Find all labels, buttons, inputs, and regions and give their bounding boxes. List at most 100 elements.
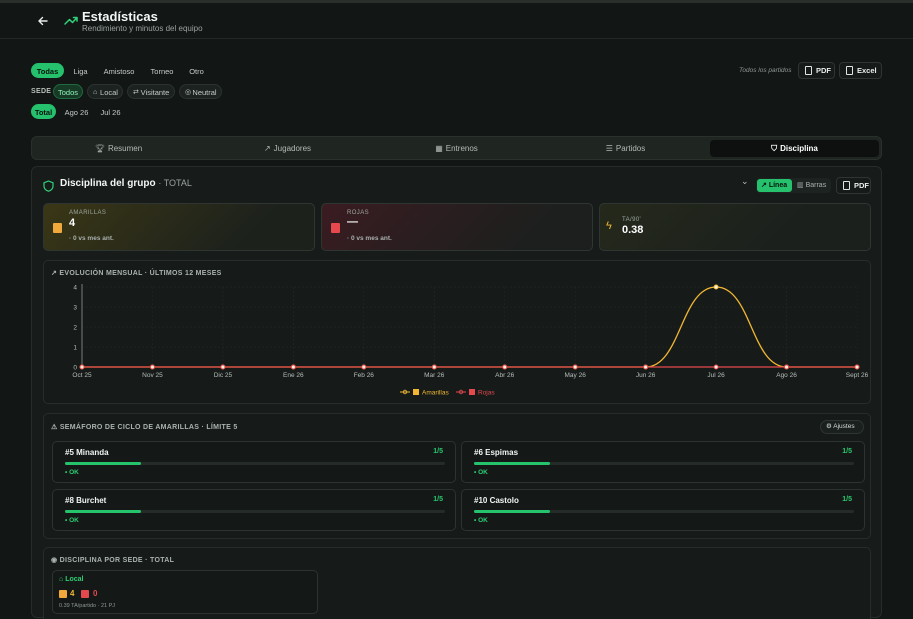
- red-card-icon: [331, 223, 340, 233]
- tab-resumen[interactable]: 🏆︎ Resumen: [36, 140, 201, 157]
- player-name: #5 Minanda: [65, 448, 109, 457]
- stat-card-ta90: ϟ TA/90' 0.38: [599, 203, 871, 251]
- data-point-rojas: [220, 364, 226, 370]
- back-arrow-icon[interactable]: [36, 14, 50, 28]
- warning-icon: ⚠: [51, 424, 58, 431]
- sede-local-header: ⌂ Local: [59, 576, 83, 583]
- tab-resumen-label: Resumen: [107, 144, 143, 153]
- stat-delta: · 0 vs mes ant.: [347, 235, 392, 242]
- x-tick-label: Mar 26: [424, 372, 445, 379]
- x-tick-label: Feb 26: [354, 372, 375, 379]
- x-tick-label: Dic 25: [214, 372, 233, 379]
- player-count: 1/5: [433, 496, 443, 503]
- filter-sede-local[interactable]: ⌂ Local: [87, 84, 123, 99]
- y-tick-label: 2: [73, 325, 77, 332]
- stat-value: 0.38: [622, 224, 644, 236]
- player-card: #10 Castolo 1/5 • OK: [461, 489, 865, 531]
- chart-mode-toggle: ↗ Línea ▥ Barras: [756, 178, 831, 193]
- export-excel-button[interactable]: Excel: [839, 62, 882, 79]
- mode-line-button[interactable]: ↗ Línea: [757, 179, 792, 192]
- filter-period-ago26[interactable]: Ago 26: [61, 104, 92, 119]
- data-point-rojas: [150, 364, 155, 370]
- filter-sede-neutral-label: Neutral: [192, 88, 217, 97]
- tab-jugadores[interactable]: ↗ Jugadores: [205, 140, 370, 157]
- filter-period-jul26[interactable]: Jul 26: [96, 104, 125, 119]
- filter-type-otro[interactable]: Otro: [183, 63, 210, 78]
- data-point-rojas: [502, 364, 508, 370]
- export-scope-note: Todos los partidos: [739, 67, 792, 74]
- semaforo-box: ⚠ SEMÁFORO DE CICLO DE AMARILLAS · LÍMIT…: [43, 413, 871, 539]
- player-card: #5 Minanda 1/5 • OK: [52, 441, 456, 483]
- player-card: #6 Espimas 1/5 • OK: [461, 441, 865, 483]
- export-pdf-button[interactable]: PDF: [798, 62, 835, 79]
- spreadsheet-icon: [846, 66, 853, 75]
- filter-sede-local-label: Local: [100, 88, 118, 97]
- x-tick-label: Ago 26: [776, 372, 797, 379]
- calendar-icon: ▦: [435, 144, 443, 153]
- player-name: #8 Burchet: [65, 496, 107, 505]
- x-tick-label: Nov 25: [142, 372, 163, 379]
- away-icon: ⇄: [133, 89, 139, 96]
- progress-fill: [474, 462, 550, 465]
- stat-key: TA/90': [622, 217, 642, 223]
- filter-sede-todos[interactable]: Todos: [53, 84, 83, 99]
- list-icon: ☰: [605, 144, 613, 153]
- section-title: Disciplina del grupo · TOTAL: [60, 178, 192, 189]
- red-card-icon: [81, 590, 89, 598]
- tab-jugadores-label: Jugadores: [273, 144, 312, 153]
- y-tick-label: 3: [73, 305, 77, 312]
- home-icon: ⌂: [93, 89, 98, 96]
- filter-sede-visitante[interactable]: ⇄ Visitante: [127, 84, 175, 99]
- data-point-rojas: [572, 364, 578, 370]
- discipline-panel: Disciplina del grupo · TOTAL ⌄ ↗ Línea ▥…: [31, 166, 882, 619]
- sede-local-label: Local: [65, 576, 84, 583]
- sede-detail: 0.39 TA/partido · 21 PJ: [59, 603, 116, 609]
- semaforo-title-row: ⚠ SEMÁFORO DE CICLO DE AMARILLAS · LÍMIT…: [51, 423, 238, 431]
- home-icon: ⌂: [59, 576, 64, 583]
- x-tick-label: Sept 26: [846, 372, 869, 379]
- mode-line-label: Línea: [768, 182, 788, 189]
- sede-title: DISCIPLINA POR SEDE · TOTAL: [59, 557, 175, 564]
- stat-value: —: [347, 216, 358, 228]
- discipline-pdf-button[interactable]: PDF: [836, 177, 871, 194]
- gear-icon: ⚙: [826, 423, 832, 430]
- settings-button[interactable]: ⚙ Ajustes: [820, 420, 864, 434]
- tab-disciplina[interactable]: ⛉ Disciplina: [710, 140, 879, 157]
- player-status: • OK: [65, 469, 79, 476]
- sede-red-count: 0: [93, 589, 98, 598]
- filter-type-amistoso[interactable]: Amistoso: [98, 63, 140, 78]
- shield-icon: ⛉: [771, 144, 778, 153]
- settings-label: Ajustes: [833, 423, 855, 430]
- filter-period-total[interactable]: Total: [31, 104, 56, 119]
- player-status: • OK: [474, 469, 488, 476]
- monthly-discipline-chart: 0 1 2 3 4 Oct 25 Nov 25 Dic 25 Ene 26 Feb 26 Mar 2…: [72, 284, 869, 397]
- filter-sede-neutral[interactable]: ◎ Neutral: [179, 84, 222, 99]
- player-count: 1/5: [842, 448, 852, 455]
- sede-yellow-count: 4: [70, 589, 75, 598]
- monthly-chart-box: ↗ EVOLUCIÓN MENSUAL · ÚLTIMOS 12 MESES 0…: [43, 260, 871, 404]
- sede-title-row: ◉ DISCIPLINA POR SEDE · TOTAL: [51, 556, 174, 564]
- stat-key: AMARILLAS: [69, 210, 107, 216]
- filter-type-todas[interactable]: Todas: [31, 63, 64, 78]
- trending-up-icon: ↗: [761, 182, 767, 189]
- stat-card-rojas: ROJAS — · 0 vs mes ant.: [321, 203, 593, 251]
- mode-bars-button[interactable]: ▥ Barras: [794, 179, 830, 192]
- discipline-pdf-label: PDF: [854, 181, 869, 190]
- filter-type-torneo[interactable]: Torneo: [145, 63, 179, 78]
- stat-value: 4: [69, 217, 76, 229]
- progress-track: [474, 510, 854, 513]
- data-point-rojas: [361, 364, 367, 370]
- tab-entrenos[interactable]: ▦ Entrenos: [374, 140, 539, 157]
- progress-fill: [65, 510, 141, 513]
- export-excel-label: Excel: [857, 66, 877, 75]
- filter-sede-visitante-label: Visitante: [140, 88, 170, 97]
- y-tick-label: 0: [73, 365, 77, 372]
- data-point-amarillas: [713, 284, 719, 290]
- tab-partidos[interactable]: ☰ Partidos: [543, 140, 708, 157]
- filter-type-liga[interactable]: Liga: [67, 63, 94, 78]
- chevron-down-icon[interactable]: ⌄: [741, 176, 749, 187]
- bar-chart-icon: ▥: [797, 182, 804, 189]
- player-count: 1/5: [842, 496, 852, 503]
- sede-label: SEDE: [31, 88, 52, 95]
- x-tick-label: Abr 26: [495, 372, 515, 379]
